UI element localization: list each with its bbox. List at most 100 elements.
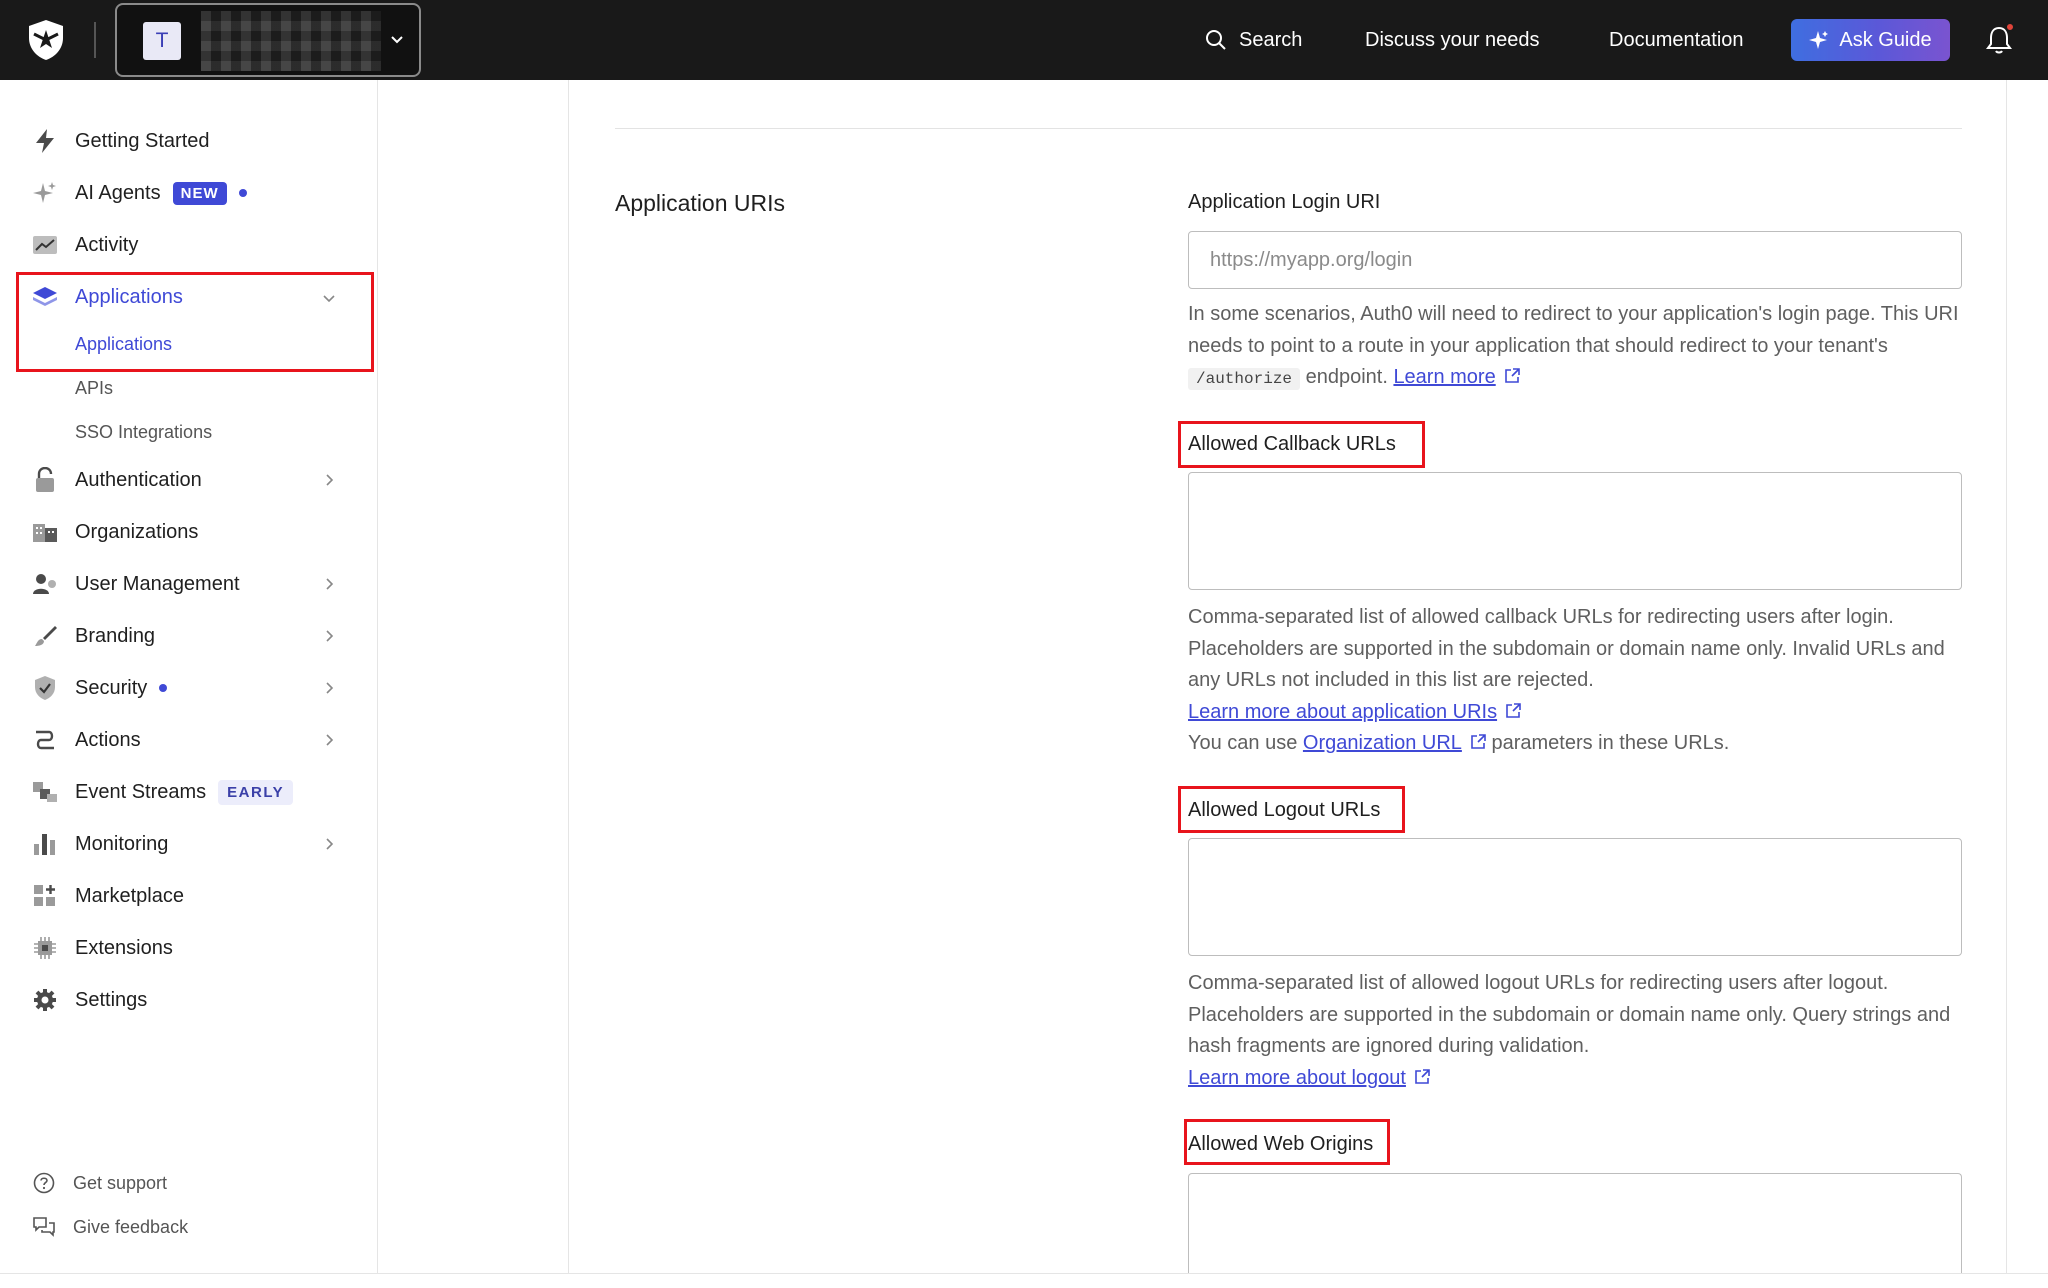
- sidebar-item-activity[interactable]: Activity: [32, 227, 138, 263]
- auth0-logo-icon[interactable]: [26, 18, 66, 62]
- content-left-border: [568, 80, 569, 1273]
- login-uri-help-text: In some scenarios, Auth0 will need to re…: [1188, 303, 1959, 357]
- flow-icon: [32, 727, 58, 753]
- footer-label: Get support: [73, 1172, 168, 1193]
- sidebar-item-label: Branding: [75, 624, 156, 647]
- sidebar-item-label: Getting Started: [75, 129, 210, 152]
- sidebar-item-branding[interactable]: Branding: [32, 618, 155, 654]
- logout-urls-help: Comma-separated list of allowed logout U…: [1188, 968, 1978, 1094]
- chevron-right-icon[interactable]: [322, 629, 336, 643]
- sidebar-item-monitoring[interactable]: Monitoring: [32, 826, 168, 862]
- early-badge: EARLY: [218, 779, 294, 805]
- documentation-link[interactable]: Documentation: [1609, 24, 1744, 56]
- status-dot: [159, 684, 168, 692]
- chevron-right-icon[interactable]: [322, 577, 336, 591]
- bar-chart-icon: [32, 831, 58, 857]
- top-bar: T Search Discuss your needs Documentatio…: [0, 0, 2048, 80]
- event-streams-icon: [32, 779, 58, 805]
- chevron-down-icon: [391, 36, 403, 44]
- give-feedback-link[interactable]: Give feedback: [32, 1212, 188, 1242]
- users-icon: [32, 571, 58, 597]
- sidebar-item-applications[interactable]: Applications: [32, 279, 183, 315]
- content-right-border: [2006, 80, 2007, 1273]
- sidebar-item-event-streams[interactable]: Event Streams EARLY: [32, 774, 294, 810]
- sidebar-item-marketplace[interactable]: Marketplace: [32, 878, 184, 914]
- layers-icon: [32, 284, 58, 310]
- web-origins-label: Allowed Web Origins: [1188, 1133, 1374, 1155]
- organization-url-link[interactable]: Organization URL: [1303, 732, 1462, 754]
- search-label: Search: [1239, 28, 1303, 51]
- external-link-icon: [1506, 702, 1521, 718]
- sidebar-item-label: Event Streams: [75, 780, 207, 803]
- sidebar-item-security[interactable]: Security: [32, 670, 168, 706]
- sidebar-item-label: User Management: [75, 572, 240, 595]
- login-uri-help-text-end: endpoint.: [1305, 366, 1388, 388]
- sidebar-item-label: Extensions: [75, 936, 173, 959]
- login-uri-help: In some scenarios, Auth0 will need to re…: [1188, 299, 1978, 396]
- sidebar-item-organizations[interactable]: Organizations: [32, 514, 198, 550]
- sidebar-item-label: Actions: [75, 728, 141, 751]
- chevron-right-icon[interactable]: [322, 473, 336, 487]
- sidebar-item-ai-agents[interactable]: AI Agents NEW: [32, 175, 247, 211]
- lock-icon: [32, 467, 58, 493]
- sidebar: Getting Started AI Agents NEW Activity A…: [0, 80, 378, 1273]
- sidebar-subitem-sso-integrations[interactable]: SSO Integrations: [75, 417, 212, 447]
- get-support-link[interactable]: Get support: [32, 1168, 167, 1198]
- ask-guide-button[interactable]: Ask Guide: [1791, 19, 1950, 61]
- sidebar-item-getting-started[interactable]: Getting Started: [32, 123, 210, 159]
- sidebar-item-label: Organizations: [75, 520, 199, 543]
- sidebar-subitem-applications[interactable]: Applications: [75, 329, 172, 359]
- sidebar-item-label: Monitoring: [75, 832, 169, 855]
- grid-plus-icon: [32, 883, 58, 909]
- login-uri-label: Application Login URI: [1188, 191, 1381, 213]
- learn-more-app-uris-link[interactable]: Learn more about application URIs: [1188, 701, 1497, 723]
- sidebar-item-label: Marketplace: [75, 884, 184, 907]
- logout-urls-textarea[interactable]: [1188, 838, 1962, 956]
- logout-help-text: Comma-separated list of allowed logout U…: [1188, 972, 1951, 1057]
- web-origins-textarea[interactable]: [1188, 1173, 1962, 1273]
- sidebar-item-label: Settings: [75, 988, 148, 1011]
- brush-icon: [32, 623, 58, 649]
- chevron-down-icon[interactable]: [322, 291, 336, 305]
- chip-icon: [32, 935, 58, 961]
- logout-urls-label: Allowed Logout URLs: [1188, 799, 1381, 821]
- status-dot: [238, 189, 247, 197]
- topbar-divider: [94, 22, 96, 58]
- callback-urls-label: Allowed Callback URLs: [1188, 433, 1396, 455]
- sidebar-item-extensions[interactable]: Extensions: [32, 930, 173, 966]
- activity-chart-icon: [32, 232, 58, 258]
- learn-more-logout-link[interactable]: Learn more about logout: [1188, 1067, 1406, 1089]
- callback-urls-textarea[interactable]: [1188, 472, 1962, 590]
- section-divider: [615, 128, 1962, 129]
- footer-label: Give feedback: [73, 1216, 189, 1237]
- sidebar-subitem-apis[interactable]: APIs: [75, 373, 113, 403]
- org-url-suffix: parameters in these URLs.: [1491, 732, 1730, 754]
- sidebar-item-label: Authentication: [75, 468, 202, 491]
- tenant-selector[interactable]: T: [115, 3, 421, 77]
- sidebar-item-settings[interactable]: Settings: [32, 982, 147, 1018]
- callback-urls-help: Comma-separated list of allowed callback…: [1188, 602, 1978, 760]
- sparkle-icon: [32, 180, 58, 206]
- sidebar-item-authentication[interactable]: Authentication: [32, 462, 202, 498]
- callback-help-text: Comma-separated list of allowed callback…: [1188, 606, 1945, 691]
- learn-more-link[interactable]: Learn more: [1393, 366, 1495, 388]
- sidebar-item-label: Activity: [75, 233, 139, 256]
- bottom-divider: [0, 1273, 2048, 1274]
- sidebar-item-actions[interactable]: Actions: [32, 722, 141, 758]
- authorize-code: /authorize: [1188, 368, 1301, 390]
- tenant-avatar: T: [143, 22, 181, 60]
- feedback-icon: [32, 1215, 56, 1239]
- sparkle-icon: [1809, 31, 1829, 49]
- sidebar-item-user-management[interactable]: User Management: [32, 566, 240, 602]
- section-title: Application URIs: [615, 190, 786, 216]
- sidebar-item-label: Security: [75, 676, 148, 699]
- chevron-right-icon[interactable]: [322, 733, 336, 747]
- shield-check-icon: [32, 675, 58, 701]
- login-uri-input[interactable]: [1188, 231, 1962, 289]
- bolt-icon: [32, 128, 58, 154]
- chevron-right-icon[interactable]: [322, 837, 336, 851]
- chevron-right-icon[interactable]: [322, 681, 336, 695]
- tenant-name-redacted: [201, 11, 381, 71]
- top-search-button[interactable]: Search: [1205, 24, 1302, 56]
- discuss-needs-link[interactable]: Discuss your needs: [1365, 24, 1540, 56]
